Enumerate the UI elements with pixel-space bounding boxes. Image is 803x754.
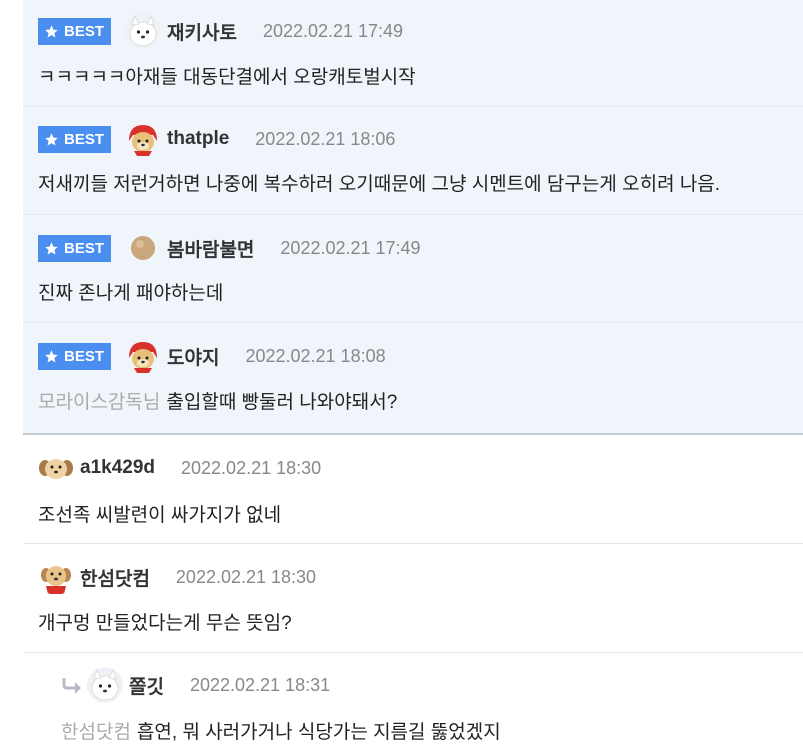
star-icon — [45, 241, 58, 254]
best-comment: BEST 재키사토 2022.02.21 17:49 ㅋㅋㅋㅋㅋ아재들 대동단결… — [23, 0, 803, 107]
red-hood-puppy-avatar[interactable] — [125, 338, 161, 374]
comment: a1k429d 2022.02.21 18:30 조선족 씨발련이 싸가지가 없… — [23, 435, 803, 544]
best-badge: BEST — [38, 17, 112, 45]
nickname[interactable]: 한섬닷컴 — [80, 564, 150, 591]
timestamp: 2022.02.21 18:08 — [245, 345, 386, 366]
white-dog-avatar[interactable] — [125, 13, 162, 49]
comment-text: ㅋㅋㅋㅋㅋ아재들 대동단결에서 오랑캐토벌시작 — [38, 67, 416, 88]
timestamp: 2022.02.21 18:06 — [255, 128, 396, 149]
mention-tag[interactable]: 한섬닷컴 — [61, 722, 131, 743]
nickname[interactable]: 도야지 — [167, 343, 219, 370]
timestamp: 2022.02.21 18:30 — [181, 457, 322, 478]
timestamp: 2022.02.21 18:31 — [189, 674, 331, 695]
nickname[interactable]: 재키사토 — [167, 18, 237, 45]
red-hood-puppy-avatar[interactable] — [125, 121, 161, 157]
comment: 한섬닷컴 2022.02.21 18:30 개구멍 만들었다는게 무슨 뜻임? — [23, 544, 803, 653]
star-icon — [45, 24, 58, 37]
best-comment: BEST thatple 2022.02.21 18:06 저새끼들 저런거하면… — [23, 107, 803, 215]
comment-text: 조선족 씨발련이 싸가지가 없네 — [38, 505, 282, 526]
comment-text: 진짜 존나게 패야하는데 — [38, 283, 224, 304]
star-icon — [45, 349, 58, 362]
comment-text: 모라이스감독님 출입할때 빵둘러 나와야돼서? — [38, 392, 398, 413]
reply-comment: 쫄깃 2022.02.21 18:31 한섬닷컴 흡연, 뭐 사러가거나 식당가는… — [23, 653, 803, 754]
nickname[interactable]: a1k429d — [80, 457, 155, 479]
red-scarf-puppy-avatar[interactable] — [38, 559, 74, 595]
timestamp: 2022.02.21 17:49 — [262, 20, 404, 41]
best-badge: BEST — [38, 234, 112, 262]
white-dog-avatar[interactable] — [87, 667, 123, 703]
comment-text: 저새끼들 저런거하면 나중에 복수하러 오기때문에 그냥 시멘트에 담구는게 오… — [38, 174, 721, 195]
beige-dot-avatar[interactable] — [125, 230, 161, 266]
comment-section: BEST 재키사토 2022.02.21 17:49 ㅋㅋㅋㅋㅋ아재들 대동단결… — [0, 0, 803, 754]
best-badge: BEST — [38, 342, 112, 370]
nickname[interactable]: thatple — [167, 128, 229, 150]
star-icon — [45, 132, 58, 145]
best-badge: BEST — [38, 125, 112, 153]
comment-text: 개구멍 만들었다는게 무슨 뜻임? — [38, 613, 292, 634]
puppy-face-avatar[interactable] — [38, 450, 74, 486]
best-comment: BEST 봄바람불면 2022.02.21 17:49 진짜 존나게 패야하는데 — [23, 215, 803, 323]
timestamp: 2022.02.21 18:30 — [175, 566, 317, 587]
reply-arrow-icon — [62, 678, 81, 694]
timestamp: 2022.02.21 17:49 — [280, 237, 421, 258]
comment-text: 한섬닷컴 흡연, 뭐 사러가거나 식당가는 지름길 뚫었겠지 — [61, 722, 501, 743]
mention-tag[interactable]: 모라이스감독님 — [38, 392, 160, 413]
best-comment: BEST 도야지 2022.02.21 18:08 모라이스감독님 출입할때 빵둘… — [23, 323, 803, 433]
nickname[interactable]: 쫄깃 — [129, 672, 164, 699]
nickname[interactable]: 봄바람불면 — [167, 235, 254, 262]
